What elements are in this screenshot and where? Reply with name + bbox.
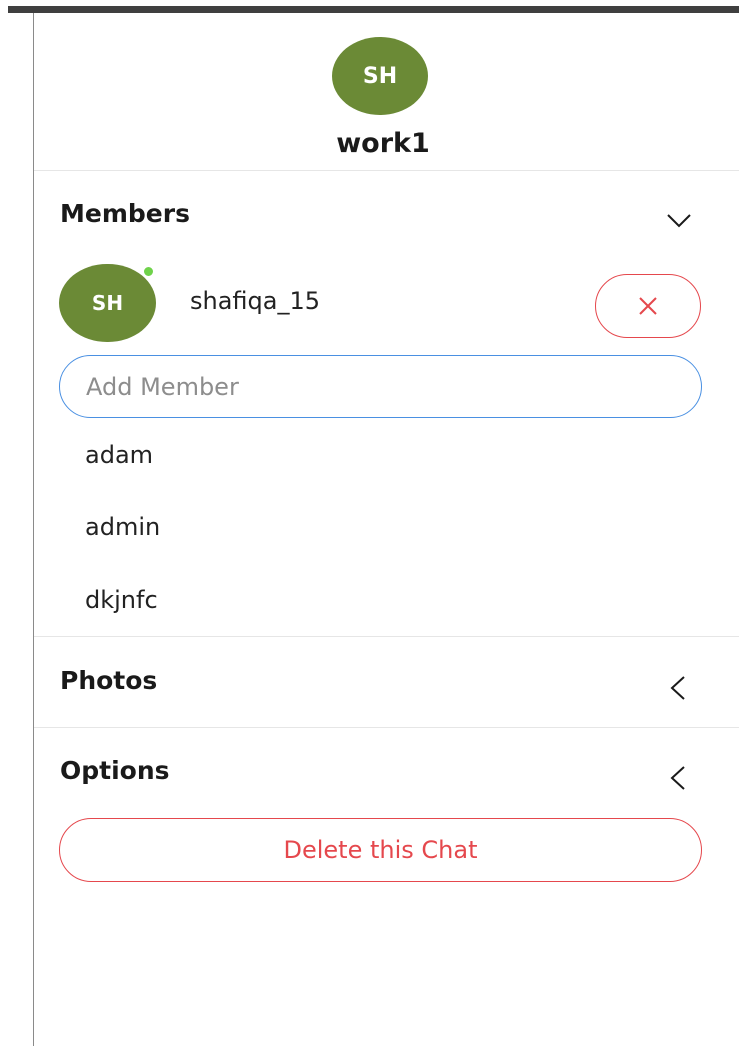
member-username: shafiqa_15 xyxy=(190,287,321,315)
online-status-indicator xyxy=(143,266,154,277)
member-suggestion-item[interactable]: dkjnfc xyxy=(85,586,158,614)
window-top-bar xyxy=(8,6,739,13)
close-icon xyxy=(639,297,657,315)
remove-member-button[interactable] xyxy=(595,274,701,338)
chevron-left-icon[interactable] xyxy=(664,673,694,703)
photos-section-title[interactable]: Photos xyxy=(60,666,157,695)
member-suggestion-item[interactable]: adam xyxy=(85,441,153,469)
chat-title: work1 xyxy=(336,128,430,159)
member-avatar: SH xyxy=(59,264,156,342)
delete-chat-button[interactable]: Delete this Chat xyxy=(59,818,702,882)
chat-details-panel: SH work1 Members SH shafiqa_15 adam admi… xyxy=(34,13,739,1046)
divider xyxy=(34,170,739,171)
chevron-left-icon[interactable] xyxy=(664,763,694,793)
member-avatar-initials: SH xyxy=(91,291,124,315)
chat-avatar-initials: SH xyxy=(362,63,398,89)
chat-avatar: SH xyxy=(332,37,428,115)
options-section-title[interactable]: Options xyxy=(60,756,170,785)
divider xyxy=(34,727,739,728)
delete-chat-label: Delete this Chat xyxy=(283,836,478,864)
add-member-input[interactable] xyxy=(59,355,702,418)
divider xyxy=(34,636,739,637)
chevron-down-icon[interactable] xyxy=(664,205,694,235)
members-section-title[interactable]: Members xyxy=(60,199,190,228)
member-suggestion-item[interactable]: admin xyxy=(85,513,160,541)
